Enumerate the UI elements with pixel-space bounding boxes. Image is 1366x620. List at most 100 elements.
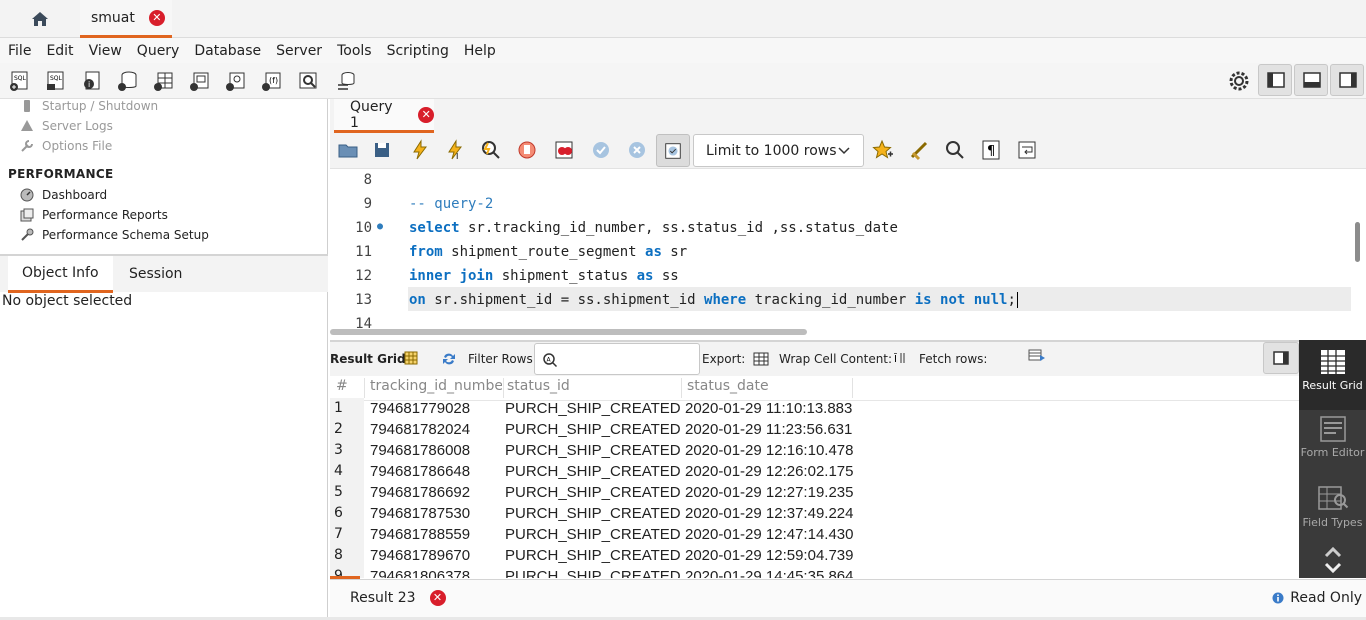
close-icon[interactable]: ✕ xyxy=(429,590,446,606)
stop-icon[interactable] xyxy=(516,139,538,161)
table-cell[interactable]: PURCH_SHIP_CREATED xyxy=(505,419,681,440)
panel-scroll-arrows-icon[interactable] xyxy=(1323,545,1343,575)
grid-view-icon[interactable] xyxy=(404,351,418,365)
table-cell[interactable]: PURCH_SHIP_CREATED xyxy=(505,461,681,482)
folder-open-icon[interactable] xyxy=(337,139,359,161)
table-row[interactable]: 8 794681789670 PURCH_SHIP_CREATED 2020-01-2… xyxy=(330,545,1299,566)
connection-tab[interactable]: smuat ✕ xyxy=(80,0,172,38)
object-inspector-icon[interactable]: i xyxy=(80,69,104,93)
result-grid-view-button[interactable]: Result Grid xyxy=(1299,340,1366,410)
field-types-view-button[interactable]: Field Types xyxy=(1299,485,1366,545)
nav-performance-schema-setup[interactable]: Performance Schema Setup xyxy=(20,225,209,245)
table-cell[interactable]: PURCH_SHIP_CREATED xyxy=(505,503,681,524)
table-row[interactable]: 6 794681787530 PURCH_SHIP_CREATED 2020-01-2… xyxy=(330,503,1299,524)
create-table-icon[interactable] xyxy=(152,69,176,93)
toggle-output-button[interactable] xyxy=(1294,64,1328,96)
table-cell[interactable]: 794681806378 xyxy=(370,566,470,578)
create-function-icon[interactable]: (f) xyxy=(260,69,284,93)
column-separator[interactable] xyxy=(852,378,853,398)
reconnect-icon[interactable] xyxy=(334,69,358,93)
sql-editor[interactable]: 8 9 10 ● 11 12 13 14 -- query-2 select s… xyxy=(330,169,1366,331)
create-schema-icon[interactable] xyxy=(116,69,140,93)
table-cell[interactable]: 794681779028 xyxy=(370,398,470,419)
save-icon[interactable] xyxy=(371,139,393,161)
nav-dashboard[interactable]: Dashboard xyxy=(20,185,107,205)
table-cell[interactable]: PURCH_SHIP_CREATED xyxy=(505,482,681,503)
table-cell[interactable]: 794681786692 xyxy=(370,482,470,503)
wrap-cell-icon[interactable]: Ī xyxy=(893,351,907,365)
nav-server-logs[interactable]: Server Logs xyxy=(20,116,113,136)
execute-icon[interactable] xyxy=(409,139,431,161)
column-separator[interactable] xyxy=(503,378,504,398)
close-icon[interactable]: ✕ xyxy=(148,9,165,26)
table-cell[interactable]: 2020-01-29 12:26:02.175 xyxy=(685,461,853,482)
table-cell[interactable]: 794681786648 xyxy=(370,461,470,482)
create-procedure-icon[interactable] xyxy=(224,69,248,93)
result-tab[interactable]: Result 23 ✕ xyxy=(350,590,446,606)
autocommit-toggle-button[interactable] xyxy=(656,134,690,167)
tab-object-info[interactable]: Object Info xyxy=(8,256,113,293)
table-cell[interactable]: 794681788559 xyxy=(370,524,470,545)
execute-current-icon[interactable]: I xyxy=(444,139,466,161)
table-cell[interactable]: 794681787530 xyxy=(370,503,470,524)
refresh-icon[interactable] xyxy=(441,351,457,367)
table-row[interactable]: 5 794681786692 PURCH_SHIP_CREATED 2020-01-2… xyxy=(330,482,1299,503)
table-row[interactable]: 3 794681786008 PURCH_SHIP_CREATED 2020-01-2… xyxy=(330,440,1299,461)
beautify-icon[interactable] xyxy=(909,139,931,161)
close-icon[interactable]: ✕ xyxy=(418,106,434,123)
table-cell[interactable]: PURCH_SHIP_CREATED xyxy=(505,545,681,566)
add-snippet-icon[interactable] xyxy=(872,139,894,161)
filter-rows-input[interactable]: A xyxy=(534,343,700,375)
result-grid-label[interactable]: Result Grid xyxy=(330,352,406,366)
search-table-data-icon[interactable] xyxy=(296,69,320,93)
menu-database[interactable]: Database xyxy=(194,43,261,59)
table-cell[interactable]: 2020-01-29 11:23:56.631 xyxy=(685,419,852,440)
nav-startup-shutdown[interactable]: Startup / Shutdown xyxy=(20,96,158,116)
menu-tools[interactable]: Tools xyxy=(337,43,372,59)
table-cell[interactable]: 2020-01-29 12:16:10.478 xyxy=(685,440,853,461)
table-cell[interactable]: 2020-01-29 11:10:13.883 xyxy=(685,398,852,419)
menu-file[interactable]: File xyxy=(8,43,31,59)
editor-vertical-scrollbar[interactable] xyxy=(1355,222,1360,262)
table-row[interactable]: 4 794681786648 PURCH_SHIP_CREATED 2020-01-2… xyxy=(330,461,1299,482)
toggle-sidebar-button[interactable] xyxy=(1258,64,1292,96)
table-cell[interactable]: 794681782024 xyxy=(370,419,470,440)
invisible-chars-icon[interactable]: ¶ xyxy=(980,139,1002,161)
table-cell[interactable]: 794681786008 xyxy=(370,440,470,461)
menu-query[interactable]: Query xyxy=(137,43,180,59)
home-tab[interactable] xyxy=(0,0,80,38)
table-row[interactable]: 7 794681788559 PURCH_SHIP_CREATED 2020-01-2… xyxy=(330,524,1299,545)
table-cell[interactable]: 2020-01-29 12:47:14.430 xyxy=(685,524,853,545)
table-cell[interactable]: 794681789670 xyxy=(370,545,470,566)
commit-icon[interactable] xyxy=(590,139,612,161)
rollback-icon[interactable] xyxy=(626,139,648,161)
gear-icon[interactable] xyxy=(1227,69,1251,93)
tab-query-1[interactable]: Query 1 ✕ xyxy=(334,99,434,133)
new-sql-tab-icon[interactable]: SQL xyxy=(8,69,32,93)
nav-options-file[interactable]: Options File xyxy=(20,136,112,156)
form-editor-view-button[interactable]: Form Editor xyxy=(1299,415,1366,475)
table-cell[interactable]: 2020-01-29 12:59:04.739 xyxy=(685,545,853,566)
menu-server[interactable]: Server xyxy=(276,43,322,59)
table-cell[interactable]: 2020-01-29 14:45:35.864 xyxy=(685,566,853,578)
limit-rows-select[interactable]: Limit to 1000 rows xyxy=(693,134,864,167)
table-cell[interactable]: PURCH_SHIP_CREATED xyxy=(505,524,681,545)
editor-horizontal-scrollbar[interactable] xyxy=(330,329,807,335)
table-row[interactable]: 2 794681782024 PURCH_SHIP_CREATED 2020-01-2… xyxy=(330,419,1299,440)
table-cell[interactable]: PURCH_SHIP_CREATED xyxy=(505,440,681,461)
column-separator[interactable] xyxy=(681,378,682,398)
toggle-result-panel-button[interactable] xyxy=(1263,342,1299,374)
menu-scripting[interactable]: Scripting xyxy=(387,43,449,59)
create-view-icon[interactable] xyxy=(188,69,212,93)
menu-view[interactable]: View xyxy=(89,43,122,59)
toggle-errors-icon[interactable] xyxy=(553,139,575,161)
toggle-secondary-sidebar-button[interactable] xyxy=(1330,64,1364,96)
table-cell[interactable]: 2020-01-29 12:27:19.235 xyxy=(685,482,853,503)
table-cell[interactable]: 2020-01-29 12:37:49.224 xyxy=(685,503,853,524)
table-row[interactable]: 1 794681779028 PURCH_SHIP_CREATED 2020-01-2… xyxy=(330,398,1299,419)
table-cell[interactable]: PURCH_SHIP_CREATED xyxy=(505,566,681,578)
wrap-lines-icon[interactable] xyxy=(1016,139,1038,161)
nav-performance-reports[interactable]: Performance Reports xyxy=(20,205,168,225)
menu-help[interactable]: Help xyxy=(464,43,496,59)
search-icon[interactable] xyxy=(944,139,966,161)
